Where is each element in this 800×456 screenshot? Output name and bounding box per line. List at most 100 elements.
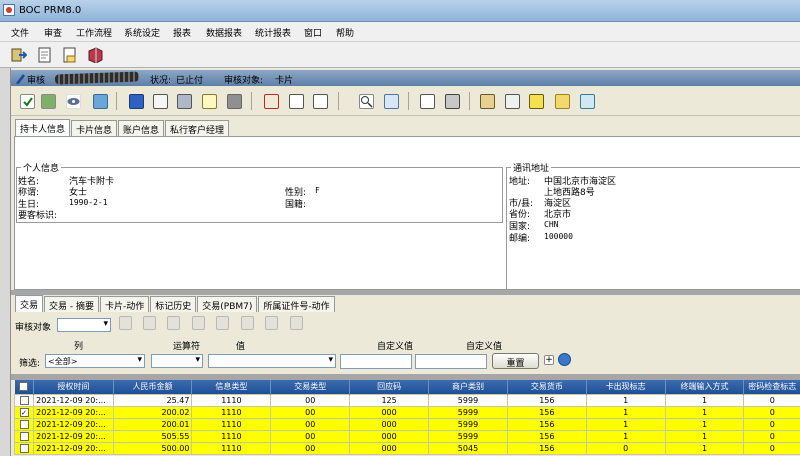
row-checkbox-cell[interactable]: ✓ <box>13 405 35 419</box>
table-row[interactable]: 2021-12-09 20:... 200.01 1110 00 000 5999 156 1… <box>13 417 800 431</box>
tab-card-actions[interactable]: 卡片-动作 <box>100 296 150 312</box>
table-cell: 156 <box>506 429 587 443</box>
row-checkbox[interactable] <box>19 419 29 429</box>
export-icon[interactable] <box>313 94 328 109</box>
search-icon[interactable] <box>359 94 374 109</box>
splitter[interactable] <box>11 290 800 295</box>
refresh-icon[interactable] <box>558 353 571 366</box>
vip-label: 要客标识: <box>18 211 58 221</box>
table-row[interactable]: 2021-12-09 20:... 500.00 1110 00 000 5045 156 0… <box>13 441 800 455</box>
table-cell: 0 <box>743 393 800 407</box>
row-checkbox[interactable]: ✓ <box>19 407 29 417</box>
menu-report[interactable]: 报表 <box>173 26 191 39</box>
tab-card-info[interactable]: 卡片信息 <box>71 120 118 136</box>
tab-id-actions[interactable]: 所属证件号-动作 <box>258 296 335 312</box>
title-bar: BOC PRM8.0 <box>0 0 800 22</box>
menu-help[interactable]: 帮助 <box>336 26 354 39</box>
row-checkbox-cell[interactable] <box>13 417 35 431</box>
col-pin-check[interactable]: 密码检查标志 <box>743 380 800 394</box>
reset-button[interactable]: 重置 <box>492 353 539 369</box>
row-checkbox[interactable] <box>19 431 29 441</box>
table-row[interactable]: 2021-12-09 20:... 25.47 1110 00 125 5999 156 1 1… <box>13 393 800 407</box>
tab-private-manager[interactable]: 私行客户经理 <box>165 120 230 136</box>
pen-tool-icon[interactable] <box>264 94 279 109</box>
custom-value1-input[interactable] <box>340 354 412 369</box>
custom-value2-input[interactable] <box>415 354 487 369</box>
table-cell: 2021-12-09 20:... <box>33 393 114 407</box>
notes-icon[interactable] <box>62 47 78 63</box>
target-filter-select[interactable] <box>57 318 111 332</box>
menu-workflow[interactable]: 工作流程 <box>76 26 112 39</box>
table-cell: 1 <box>585 393 666 407</box>
table-cell: 0 <box>743 417 800 431</box>
table-cell: 500.00 <box>112 441 193 455</box>
col-merchant-category[interactable]: 商户类别 <box>428 380 508 394</box>
book-icon[interactable] <box>87 47 103 64</box>
user-icon[interactable] <box>580 94 595 109</box>
disabled-money-icon <box>143 316 156 330</box>
tab-cardholder[interactable]: 持卡人信息 <box>15 119 71 136</box>
record-header: 审核 状况: 已止付 审核对象: 卡片 <box>11 70 800 86</box>
row-checkbox-cell[interactable] <box>13 429 35 443</box>
menu-window[interactable]: 窗口 <box>304 26 322 39</box>
menu-file[interactable]: 文件 <box>11 26 29 39</box>
menu-settings[interactable]: 系统设定 <box>124 26 160 39</box>
phone-icon[interactable] <box>177 94 192 109</box>
operator-select[interactable] <box>151 354 203 368</box>
table-cell: 0 <box>743 441 800 455</box>
col-card-present[interactable]: 卡出现标志 <box>586 380 666 394</box>
tab-account-info[interactable]: 账户信息 <box>118 120 165 136</box>
col-txn-currency[interactable]: 交易货币 <box>507 380 587 394</box>
table-row[interactable]: 2021-12-09 20:... 505.55 1110 00 000 5999 156 1… <box>13 429 800 443</box>
col-response-code[interactable]: 回应码 <box>349 380 430 394</box>
zip-label: 邮编: <box>509 234 531 244</box>
menu-stat-report[interactable]: 统计报表 <box>255 26 291 39</box>
tab-txn-summary[interactable]: 交易 - 摘要 <box>44 296 99 312</box>
contact-icon[interactable] <box>480 94 495 109</box>
row-checkbox[interactable] <box>19 443 29 453</box>
select-all-checkbox[interactable] <box>19 382 29 392</box>
table-cell: 1110 <box>191 429 272 443</box>
form-icon[interactable] <box>505 94 520 109</box>
col-msg-type[interactable]: 信息类型 <box>191 380 272 394</box>
card-icon[interactable] <box>93 94 108 109</box>
document-icon[interactable] <box>37 47 53 63</box>
table-cell: 1 <box>585 429 666 443</box>
approve-icon[interactable] <box>20 94 35 109</box>
value-select[interactable] <box>208 354 336 368</box>
bank-icon[interactable] <box>227 94 242 109</box>
menu-review[interactable]: 审查 <box>44 26 62 39</box>
row-checkbox[interactable] <box>19 395 29 405</box>
table-cell: 1110 <box>191 405 272 419</box>
col-entry-mode[interactable]: 终端输入方式 <box>665 380 745 394</box>
column-select[interactable]: <全部> <box>45 354 145 368</box>
tab-transactions[interactable]: 交易 <box>15 295 44 312</box>
forward-icon[interactable] <box>289 94 304 109</box>
cardview-icon[interactable] <box>153 94 168 109</box>
col-auth-time[interactable]: 授权时间 <box>33 380 114 394</box>
col-rmb-amount[interactable]: 人民币金额 <box>113 380 193 394</box>
memo-icon[interactable] <box>202 94 217 109</box>
info-icon[interactable] <box>129 94 144 109</box>
image-icon[interactable] <box>384 94 399 109</box>
tab-flag-history[interactable]: 标记历史 <box>150 296 197 312</box>
table-row[interactable]: ✓ 2021-12-09 20:... 200.02 1110 00 000 5999 156… <box>13 405 800 419</box>
disabled-export-icon <box>265 316 278 330</box>
money-icon[interactable] <box>41 94 56 109</box>
tab-txn-pbm7[interactable]: 交易(PBM7) <box>197 296 258 312</box>
table-cell: 156 <box>506 393 587 407</box>
add-icon[interactable]: + <box>544 355 554 365</box>
menu-data-report[interactable]: 数据报表 <box>206 26 242 39</box>
exit-icon[interactable] <box>11 47 28 63</box>
select-all-header[interactable] <box>14 380 35 394</box>
eye-icon[interactable] <box>66 94 81 109</box>
folder-icon[interactable] <box>555 94 570 109</box>
row-checkbox-cell[interactable] <box>13 393 35 407</box>
row-checkbox-cell[interactable] <box>13 441 35 455</box>
copy-icon[interactable] <box>420 94 435 109</box>
table-cell: 000 <box>349 429 430 443</box>
table-cell: 1 <box>664 405 745 419</box>
print-icon[interactable] <box>445 94 460 109</box>
col-txn-type[interactable]: 交易类型 <box>270 380 351 394</box>
stamp-icon[interactable] <box>529 94 544 109</box>
